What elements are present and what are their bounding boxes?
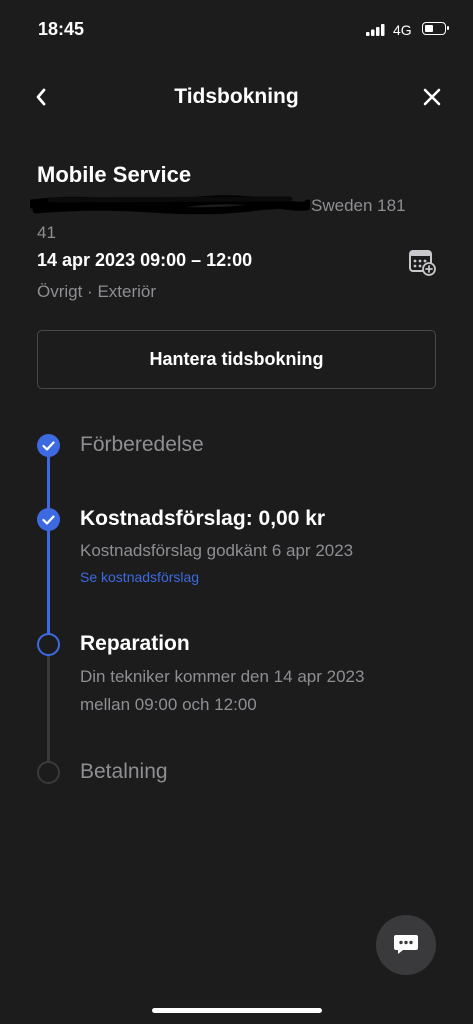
- chat-bubble-icon: [394, 935, 418, 954]
- status-time: 18:45: [38, 19, 85, 39]
- close-button[interactable]: [417, 79, 447, 115]
- checkmark-icon: [42, 514, 55, 525]
- view-quote-link[interactable]: Se kostnadsförslag: [80, 569, 199, 585]
- battery-icon: [422, 22, 449, 35]
- chat-button[interactable]: [376, 915, 436, 975]
- address-line-2: 41: [37, 223, 56, 242]
- step-repair-label: Reparation: [80, 632, 190, 655]
- status-bar: 18:45 4G: [0, 0, 473, 60]
- step-preparation-label: Förberedelse: [80, 433, 204, 456]
- step-repair-detail-line-2: mellan 09:00 och 12:00: [80, 695, 257, 714]
- step-quote-detail: Kostnadsförslag godkänt 6 apr 2023: [80, 541, 354, 560]
- manage-booking-button[interactable]: Hantera tidsbokning: [37, 330, 436, 389]
- calendar-add-icon[interactable]: [407, 247, 437, 277]
- page-title: Tidsbokning: [174, 85, 299, 108]
- step-done-icon: [37, 508, 60, 531]
- booking-datetime: 14 apr 2023 09:00 – 12:00: [37, 250, 253, 270]
- service-title: Mobile Service: [37, 162, 192, 187]
- step-repair-detail-line-1: Din tekniker kommer den 14 apr 2023: [80, 667, 365, 686]
- battery-level: [425, 25, 433, 32]
- address-line-1: Sweden 181: [311, 196, 406, 215]
- close-icon: [423, 88, 441, 106]
- signal-icon: [366, 24, 385, 36]
- checkmark-icon: [42, 440, 55, 451]
- redacted-address-scribble: [30, 195, 310, 215]
- timeline-pending-line: [47, 656, 50, 762]
- step-quote-label: Kostnadsförslag: 0,00 kr: [80, 507, 326, 530]
- step-current-icon: [37, 633, 60, 656]
- booking-category: Övrigt · Exteriör: [37, 282, 157, 301]
- step-payment-label: Betalning: [80, 760, 168, 783]
- nav-bar: Tidsbokning: [0, 75, 473, 119]
- timeline-progress-line: [47, 456, 50, 634]
- step-done-icon: [37, 434, 60, 457]
- home-indicator[interactable]: [152, 1008, 322, 1013]
- step-pending-icon: [37, 761, 60, 784]
- network-type: 4G: [393, 22, 412, 38]
